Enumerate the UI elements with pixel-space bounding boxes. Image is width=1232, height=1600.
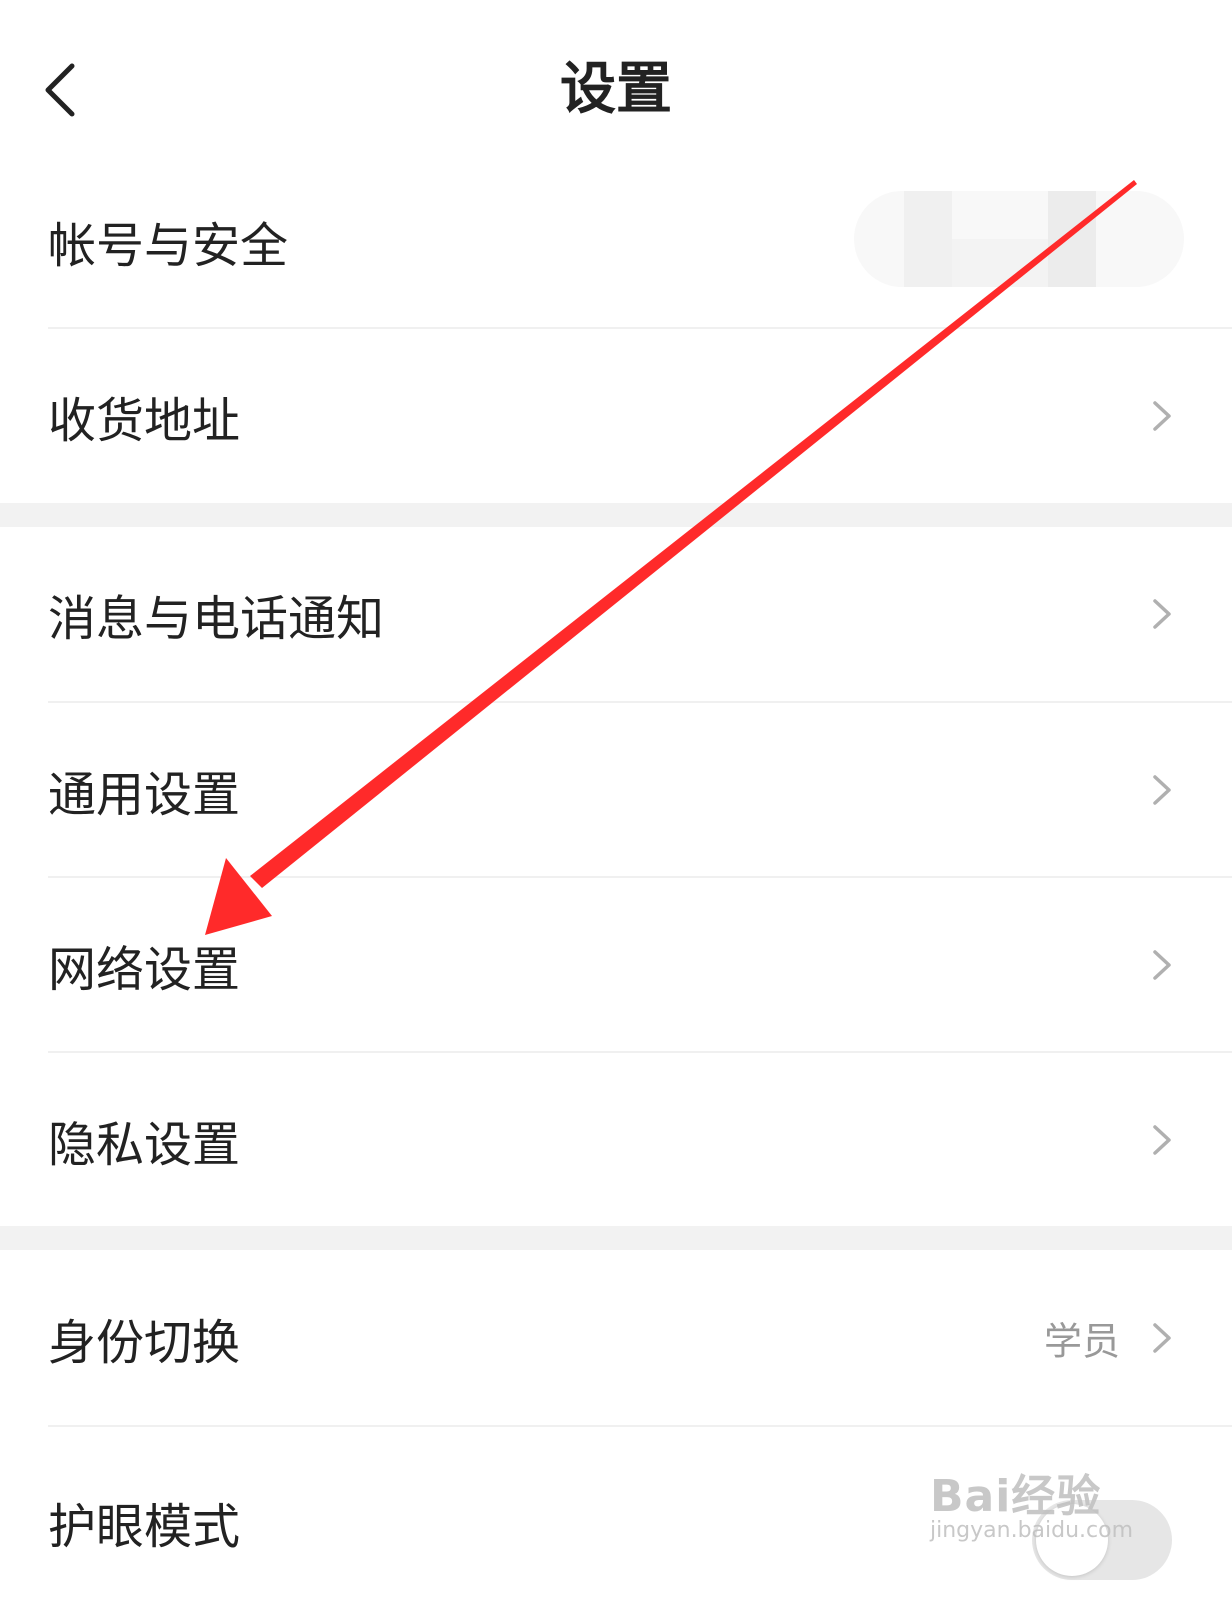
settings-item-shipping-address[interactable]: 收货地址 <box>0 329 1232 503</box>
page-title: 设置 <box>560 57 672 122</box>
settings-item-label: 收货地址 <box>48 393 241 449</box>
settings-item-label: 网络设置 <box>48 941 241 998</box>
settings-item-identity-switch[interactable]: 身份切换 学员 <box>0 1250 1232 1425</box>
chevron-right-icon <box>1153 1322 1171 1353</box>
chevron-right-icon <box>1153 949 1171 980</box>
settings-item-general[interactable]: 通用设置 <box>0 703 1232 876</box>
settings-item-account-security[interactable]: 帐号与安全 <box>0 155 1232 327</box>
settings-item-label: 身份切换 <box>48 1314 241 1371</box>
section-gap <box>0 1226 1232 1250</box>
settings-item-network[interactable]: 网络设置 <box>0 878 1232 1051</box>
settings-item-label: 帐号与安全 <box>48 218 289 274</box>
header: 设置 <box>0 0 1232 180</box>
settings-item-label: 消息与电话通知 <box>48 591 385 647</box>
chevron-right-icon <box>1153 1124 1171 1155</box>
settings-item-privacy[interactable]: 隐私设置 <box>0 1053 1232 1226</box>
identity-value: 学员 <box>1043 1319 1120 1363</box>
watermark-brand: Bai经验 <box>930 1471 1102 1522</box>
settings-item-label: 隐私设置 <box>48 1116 241 1173</box>
settings-item-label: 护眼模式 <box>48 1499 241 1555</box>
watermark-url: jingyan.baidu.com <box>930 1518 1134 1543</box>
baidu-watermark: Bai经验 jingyan.baidu.com <box>930 1440 1170 1560</box>
chevron-right-icon <box>1153 401 1171 431</box>
chevron-right-icon <box>1153 599 1171 629</box>
chevron-right-icon <box>1153 774 1171 805</box>
settings-item-notifications[interactable]: 消息与电话通知 <box>0 527 1232 701</box>
section-gap <box>0 503 1232 527</box>
settings-item-label: 通用设置 <box>48 766 241 823</box>
account-blurred-info <box>854 191 1184 287</box>
